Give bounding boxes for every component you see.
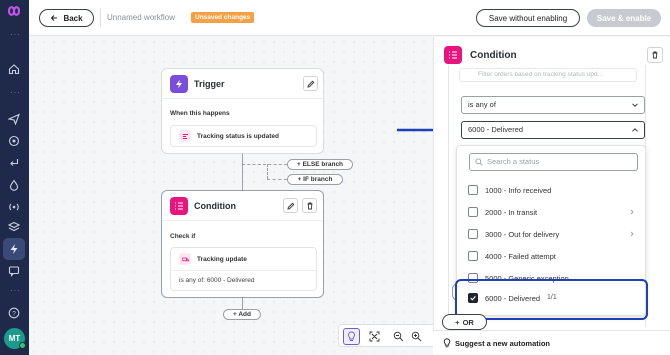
search-input[interactable]: Search a status (469, 153, 638, 171)
connector-line (242, 154, 243, 190)
edit-button[interactable] (303, 76, 318, 91)
annotation-highlight-box (455, 279, 648, 320)
trash-icon (652, 51, 658, 59)
save-and-enable-button[interactable]: Save & enable (587, 9, 661, 27)
status-option[interactable]: 1000 - Info received (457, 179, 645, 201)
dots-divider: ··· (10, 88, 21, 97)
checkbox[interactable] (468, 185, 478, 195)
fit-view-icon[interactable] (366, 328, 383, 345)
operator-select[interactable]: is any of (461, 96, 645, 114)
status-option[interactable]: 3000 - Out for delivery (457, 223, 645, 245)
node-header: Trigger (162, 69, 323, 99)
chevron-right-icon[interactable] (629, 209, 635, 215)
status-badge: Unsaved changes (191, 12, 255, 23)
node-title: Trigger (194, 79, 225, 89)
trigger-node[interactable]: Trigger When this happens Tracking statu… (161, 68, 324, 154)
condition-node[interactable]: Condition Check if Tracking update is an… (161, 190, 324, 298)
app-logo-icon[interactable] (3, 4, 25, 18)
when-label: When this happens (170, 110, 230, 117)
condition-check-card[interactable]: Tracking update is any of: 6000 - Delive… (170, 247, 317, 291)
chevron-down-icon (632, 103, 638, 108)
workflow-canvas[interactable]: Trigger When this happens Tracking statu… (29, 37, 455, 355)
dots-divider: ··· (10, 30, 21, 39)
drop-icon[interactable] (6, 177, 22, 193)
zoom-out-icon[interactable] (390, 328, 407, 345)
search-placeholder: Search a status (487, 157, 540, 166)
avatar-initials: MT (8, 334, 21, 343)
broadcast-icon[interactable] (6, 199, 22, 215)
else-connector (242, 164, 287, 165)
delete-button[interactable] (647, 47, 663, 63)
zoom-in-icon[interactable] (408, 328, 425, 345)
save-without-enabling-button[interactable]: Save without enabling (476, 9, 580, 27)
top-bar: Back Unnamed workflow Unsaved changes Sa… (29, 0, 670, 36)
plus-icon: + (455, 317, 460, 327)
suggest-automation-link[interactable]: Suggest a new automation (433, 330, 670, 355)
home-icon[interactable] (6, 61, 22, 77)
lightning-icon (170, 75, 188, 93)
svg-text:?: ? (12, 310, 16, 317)
tracking-icon (179, 130, 191, 142)
dots-divider: ··· (10, 286, 21, 295)
list-check-icon (170, 197, 188, 215)
option-label: 2000 - In transit (485, 208, 538, 217)
list-check-icon (444, 46, 462, 64)
online-status-dot (19, 342, 26, 349)
back-label: Back (63, 13, 83, 23)
chevron-right-icon[interactable] (629, 231, 635, 237)
if-connector (267, 164, 268, 179)
if-connector (267, 179, 287, 180)
search-icon (475, 158, 483, 166)
add-step-button[interactable]: + Add (223, 309, 261, 320)
trigger-event-label: Tracking status is updated (197, 133, 279, 140)
check-item-label: Tracking update (197, 256, 247, 263)
node-title: Condition (194, 201, 236, 211)
chat-icon[interactable] (6, 263, 22, 279)
divider (100, 9, 101, 27)
panel-title: Condition (470, 50, 517, 61)
lightbulb-icon (443, 338, 451, 348)
checkbox[interactable] (468, 229, 478, 239)
help-icon[interactable]: ? (6, 305, 22, 321)
edit-button[interactable] (283, 198, 298, 213)
status-select-value: 6000 - Delivered (468, 125, 524, 134)
trash-icon (307, 202, 312, 209)
pencil-icon (286, 202, 294, 210)
avatar[interactable]: MT (4, 328, 26, 349)
description-field[interactable]: Filter orders based on tracking status u… (459, 68, 637, 82)
arrow-left-icon (51, 15, 58, 21)
left-sidebar: ··· ··· ··· ? MT (0, 0, 29, 355)
pencil-icon (306, 80, 314, 88)
else-branch-button[interactable]: + ELSE branch (287, 159, 353, 170)
option-label: 3000 - Out for delivery (485, 230, 560, 239)
suggest-label: Suggest a new automation (455, 339, 551, 348)
option-label: 4000 - Failed attempt (485, 252, 556, 261)
delete-button[interactable] (302, 198, 317, 213)
node-header: Condition (162, 191, 323, 221)
option-label: 1000 - Info received (485, 186, 552, 195)
or-label: OR (462, 317, 474, 327)
operator-value: is any of (468, 100, 496, 109)
send-icon[interactable] (6, 111, 22, 127)
lightning-icon[interactable] (3, 238, 25, 260)
trigger-event-card[interactable]: Tracking status is updated (170, 125, 317, 147)
truck-icon (179, 253, 191, 265)
status-select[interactable]: 6000 - Delivered (461, 121, 645, 139)
check-if-label: Check if (170, 233, 196, 240)
chevron-up-icon (632, 128, 638, 132)
back-button[interactable]: Back (39, 9, 94, 27)
location-icon[interactable] (6, 133, 22, 149)
checkbox[interactable] (468, 207, 478, 217)
workflow-name[interactable]: Unnamed workflow (107, 13, 175, 22)
if-branch-button[interactable]: + IF branch (287, 174, 343, 185)
return-icon[interactable] (6, 155, 22, 171)
checkbox[interactable] (468, 251, 478, 261)
add-or-button[interactable]: + OR (442, 314, 487, 330)
check-value-label: is any of: 6000 - Delivered (171, 270, 316, 291)
lightbulb-icon[interactable] (343, 328, 360, 345)
status-option[interactable]: 4000 - Failed attempt (457, 245, 645, 267)
layers-icon[interactable] (6, 219, 22, 235)
status-option[interactable]: 2000 - In transit (457, 201, 645, 223)
